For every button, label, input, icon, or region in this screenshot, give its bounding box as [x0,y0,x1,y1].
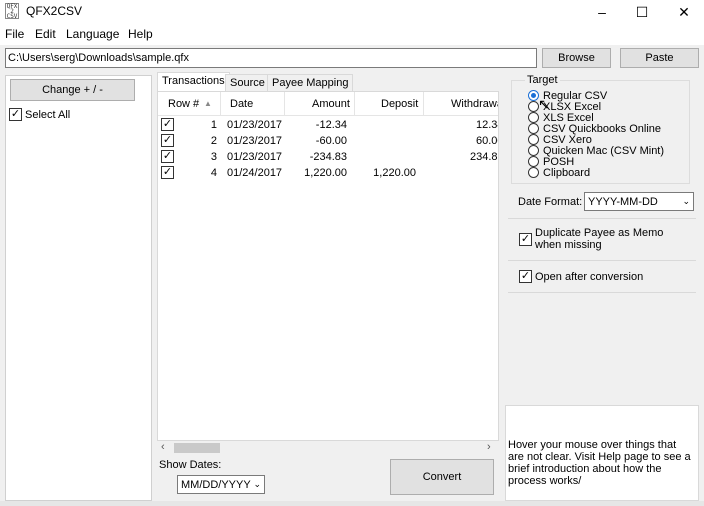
browse-button[interactable]: Browse [542,48,611,68]
row-number: 3 [210,151,217,163]
help-text-box: Hover your mouse over things that are no… [505,405,699,501]
row-check-icon[interactable]: ✓ [161,166,174,179]
radio-csv-xero[interactable]: CSV Xero [528,134,592,146]
radio-csv-quickbooks[interactable]: CSV Quickbooks Online [528,123,661,135]
paste-button[interactable]: Paste [620,48,699,68]
maximize-button[interactable]: ☐ [620,0,664,24]
radio-icon [528,156,539,167]
row-number: 2 [210,135,217,147]
date-format-value: YYYY-MM-DD [588,195,658,208]
open-after-label: Open after conversion [535,270,644,283]
title-bar: QFX 2 CSV QFX2CSV – ☐ ✕ [0,0,704,24]
radio-icon [528,112,539,123]
duplicate-payee-label: Duplicate Payee as Memo when missing [535,227,664,251]
tab-payee-mapping[interactable]: Payee Mapping [267,74,354,91]
left-panel [5,75,152,501]
row-date: 01/23/2017 [227,119,283,131]
col-deposit-header[interactable]: Deposit [381,98,418,110]
minimize-button[interactable]: – [580,0,624,24]
check-icon: ✓ [519,270,532,283]
radio-xls-excel[interactable]: XLS Excel [528,112,594,124]
menu-bar: File Edit Language Help [0,24,704,45]
table-row[interactable]: ✓ 1 01/23/2017 -12.34 12.34 [158,117,498,133]
scroll-right-icon[interactable]: › [487,441,491,453]
row-amount: -234.83 [309,151,347,163]
open-after-checkbox[interactable]: ✓ Open after conversion [519,270,643,283]
check-icon: ✓ [519,233,532,246]
window-title: QFX2CSV [26,4,83,18]
radio-icon [528,134,539,145]
table-row[interactable]: ✓ 4 01/24/2017 1,220.00 1,220.00 [158,165,498,181]
select-all-label: Select All [25,108,71,121]
divider [508,292,696,293]
row-amount: 1,220.00 [304,167,347,179]
target-label: Target [525,74,560,86]
col-withdrawal-header[interactable]: Withdrawal [451,98,498,110]
row-amount: -60.00 [315,135,347,147]
chevron-down-icon: ⌄ [253,479,261,489]
row-number: 1 [210,119,217,131]
menu-edit[interactable]: Edit [35,27,56,41]
radio-clipboard[interactable]: Clipboard [528,166,591,179]
divider [508,260,696,261]
radio-icon [528,145,539,156]
row-withdrawal: 12.34 [476,119,498,131]
menu-file[interactable]: File [5,27,24,41]
menu-help[interactable]: Help [128,27,153,41]
tab-transactions[interactable]: Transactions [157,72,230,92]
row-check-icon[interactable]: ✓ [161,150,174,163]
date-format-select[interactable]: YYYY-MM-DD ⌄ [584,192,694,211]
table-row[interactable]: ✓ 2 01/23/2017 -60.00 60.00 [158,133,498,149]
check-icon: ✓ [9,108,22,121]
row-date: 01/23/2017 [227,151,283,163]
row-check-icon[interactable]: ✓ [161,134,174,147]
grid-header: Row # ▲ Date Amount Deposit Withdrawal [158,92,498,116]
help-text: Hover your mouse over things that are no… [508,439,691,487]
divider [508,218,696,219]
row-amount: -12.34 [315,119,347,131]
col-row-header[interactable]: Row # [168,98,199,110]
row-deposit: 1,220.00 [373,167,416,179]
transactions-grid: Row # ▲ Date Amount Deposit Withdrawal ✓… [157,91,499,441]
col-amount-header[interactable]: Amount [312,98,350,110]
col-date-header[interactable]: Date [230,98,253,110]
app-icon: QFX 2 CSV [5,3,19,20]
duplicate-payee-checkbox[interactable]: ✓ Duplicate Payee as Memo when missing [519,227,685,251]
horizontal-scrollbar[interactable]: ‹ › [157,441,499,455]
menu-language[interactable]: Language [66,27,119,41]
row-number: 4 [210,167,217,179]
radio-quicken-mac[interactable]: Quicken Mac (CSV Mint) [528,145,664,157]
show-dates-value: MM/DD/YYYY [181,478,251,491]
show-dates-select[interactable]: MM/DD/YYYY ⌄ [177,475,265,494]
row-date: 01/23/2017 [227,135,283,147]
mouse-cursor-icon: ↖ [538,96,550,112]
row-date: 01/24/2017 [227,167,283,179]
scroll-left-icon[interactable]: ‹ [161,441,165,453]
radio-icon [528,123,539,134]
sort-asc-icon: ▲ [204,99,212,108]
close-button[interactable]: ✕ [662,0,704,24]
scroll-thumb[interactable] [174,443,220,453]
file-path-input[interactable]: C:\Users\serg\Downloads\sample.qfx [5,48,537,68]
radio-icon [528,167,539,178]
tab-source[interactable]: Source [225,74,270,91]
row-check-icon[interactable]: ✓ [161,118,174,131]
row-withdrawal: 234.83 [470,151,498,163]
status-bar [0,501,704,506]
change-sign-button[interactable]: Change + / - [10,79,135,101]
radio-posh[interactable]: POSH [528,156,574,168]
row-withdrawal: 60.00 [476,135,498,147]
show-dates-label: Show Dates: [159,459,222,471]
table-row[interactable]: ✓ 3 01/23/2017 -234.83 234.83 [158,149,498,165]
convert-button[interactable]: Convert [390,459,494,495]
radio-label: Clipboard [543,166,591,179]
select-all-checkbox[interactable]: ✓ Select All [9,108,70,121]
date-format-label: Date Format: [518,196,583,208]
chevron-down-icon: ⌄ [682,196,690,206]
